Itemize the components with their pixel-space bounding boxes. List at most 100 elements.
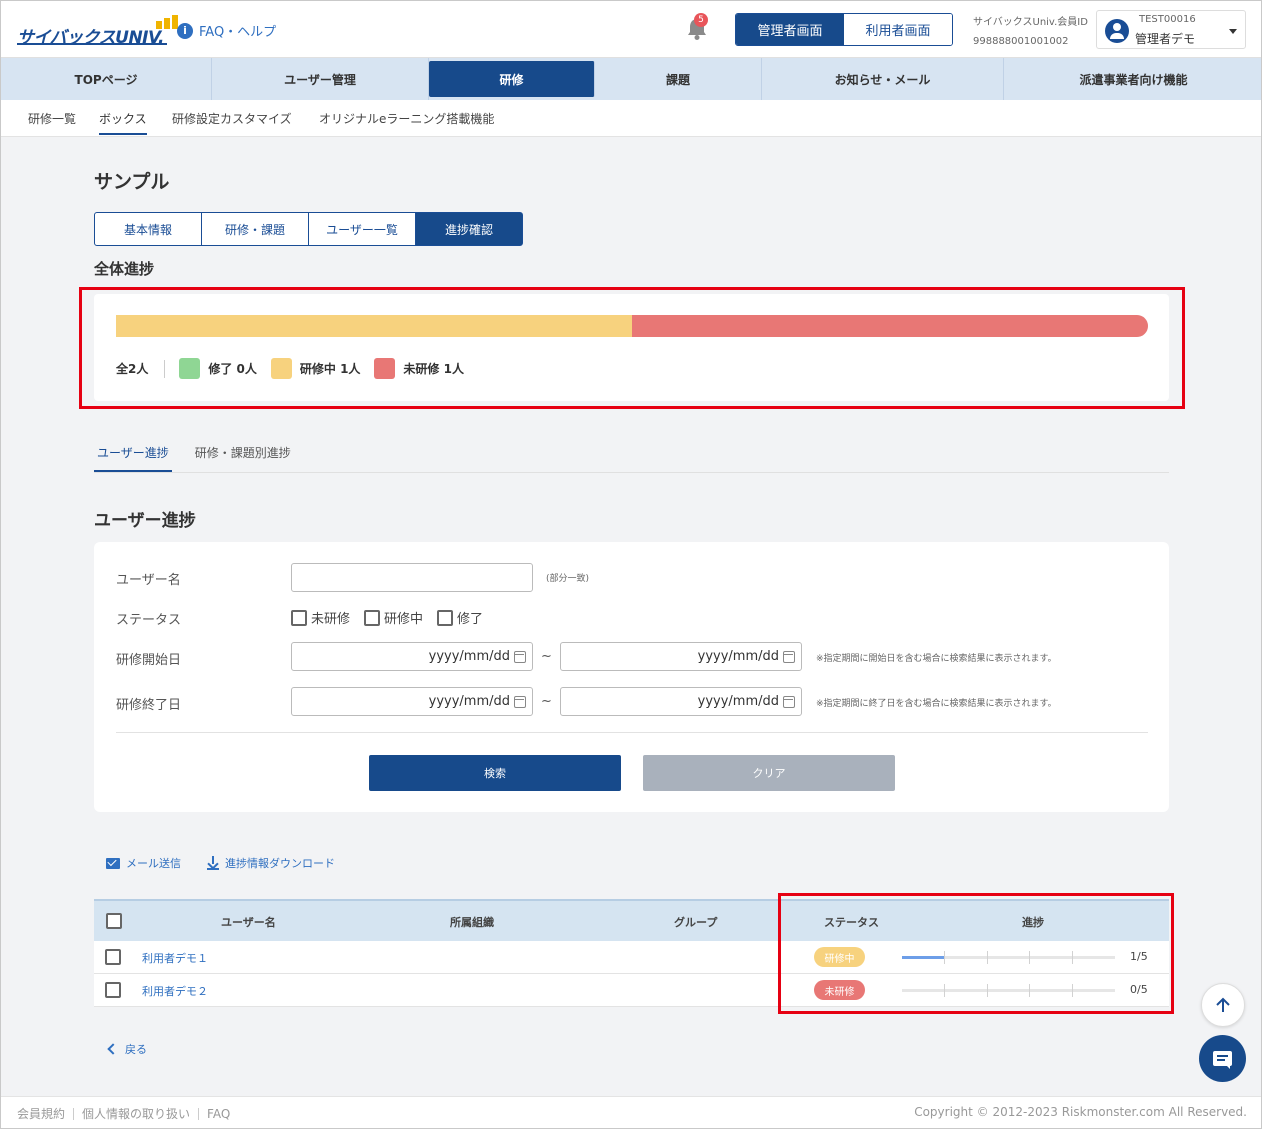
overall-progress-card: 全2人 修了 0人 研修中 1人 未研修 1人	[94, 294, 1169, 401]
legend-item-completed: 修了 0人	[179, 358, 257, 379]
faq-help-label: FAQ・ヘルプ	[199, 25, 277, 40]
legend-item-in-progress: 研修中 1人	[270, 358, 361, 379]
send-mail-label: メール送信	[126, 857, 181, 870]
nav-training[interactable]: 研修	[429, 61, 595, 97]
header-org: 所属組織	[450, 916, 494, 929]
user-mode-button[interactable]: 利用者画面	[844, 14, 952, 45]
header-username: ユーザー名	[221, 916, 276, 929]
progress-tick	[1029, 951, 1030, 964]
tab-training-assignments[interactable]: 研修・課題	[201, 212, 309, 246]
search-button[interactable]: 検索	[369, 755, 621, 791]
progress-tick	[1072, 984, 1073, 997]
start-date-label: 研修開始日	[116, 653, 182, 668]
row-progress-fill	[902, 956, 945, 959]
admin-mode-button[interactable]: 管理者画面	[736, 14, 844, 45]
status-option-not-started[interactable]: 未研修	[291, 608, 350, 627]
user-menu[interactable]: TEST00016 管理者デモ	[1096, 10, 1246, 49]
logo[interactable]: サイバックスUNIV.	[17, 15, 178, 48]
select-all-checkbox[interactable]	[106, 913, 122, 929]
faq-help-link[interactable]: i FAQ・ヘルプ	[177, 21, 276, 40]
nav-assignments[interactable]: 課題	[595, 58, 762, 100]
status-label: ステータス	[116, 613, 182, 628]
start-date-hint: ※指定期間に開始日を含む場合に検索結果に表示されます。	[816, 654, 1057, 664]
member-id-value: 998888001001002	[973, 36, 1069, 47]
copyright: Copyright © 2012-2023 Riskmonster.com Al…	[914, 1105, 1247, 1119]
mode-switch: 管理者画面 利用者画面	[735, 13, 953, 46]
scroll-top-button[interactable]	[1201, 983, 1245, 1027]
user-progress-title: ユーザー進捗	[94, 511, 196, 531]
progress-segment	[116, 315, 632, 337]
legend-swatch-in-progress	[270, 358, 292, 379]
legend-label-in-progress: 研修中 1人	[299, 362, 361, 376]
progress-subtabs: ユーザー進捗 研修・課題別進捗	[94, 444, 294, 472]
nav-user-management[interactable]: ユーザー管理	[212, 58, 429, 100]
user-name-link[interactable]: 利用者デモ１	[142, 950, 208, 966]
progress-ratio: 0/5	[1130, 983, 1148, 996]
calendar-icon[interactable]	[514, 695, 526, 708]
clear-button[interactable]: クリア	[643, 755, 895, 791]
nav-news-mail[interactable]: お知らせ・メール	[762, 58, 1004, 100]
date-placeholder: yyyy/mm/dd	[697, 649, 779, 664]
status-option-label: 研修中	[384, 612, 424, 627]
user-name: 管理者デモ	[1135, 32, 1196, 46]
date-placeholder: yyyy/mm/dd	[428, 649, 510, 664]
legend-divider	[164, 359, 166, 378]
username-hint: (部分一致)	[546, 574, 590, 584]
username-input[interactable]	[291, 563, 533, 592]
tab-progress[interactable]: 進捗確認	[415, 212, 523, 246]
footer-link-faq[interactable]: FAQ	[207, 1107, 230, 1121]
progress-tick	[987, 984, 988, 997]
subtab-user-progress[interactable]: ユーザー進捗	[94, 444, 172, 472]
end-date-to-input[interactable]: yyyy/mm/dd	[560, 687, 802, 716]
username-label: ユーザー名	[116, 573, 181, 588]
progress-tick	[1072, 951, 1073, 964]
chat-button[interactable]	[1199, 1035, 1246, 1082]
calendar-icon[interactable]	[783, 695, 795, 708]
download-icon	[207, 856, 219, 870]
subnav-customize[interactable]: 研修設定カスタマイズ	[172, 110, 292, 127]
search-divider	[116, 732, 1148, 733]
footer: 会員規約 個人情報の取り扱い FAQ Copyright © 2012-2023…	[1, 1096, 1261, 1128]
send-mail-link[interactable]: メール送信	[106, 855, 181, 871]
end-date-label: 研修終了日	[116, 698, 182, 713]
download-progress-link[interactable]: 進捗情報ダウンロード	[207, 855, 335, 871]
row-checkbox[interactable]	[105, 949, 121, 965]
user-avatar-icon	[1105, 19, 1129, 43]
footer-link-privacy[interactable]: 個人情報の取り扱い	[82, 1105, 190, 1122]
progress-tick	[944, 951, 945, 964]
logo-underline	[17, 43, 167, 45]
legend-item-not-started: 未研修 1人	[374, 358, 464, 379]
status-checkboxes: 未研修 研修中 修了	[291, 608, 483, 627]
start-date-from-input[interactable]: yyyy/mm/dd	[291, 642, 533, 671]
calendar-icon[interactable]	[783, 650, 795, 663]
subtab-training-progress[interactable]: 研修・課題別進捗	[192, 444, 294, 472]
footer-separator	[198, 1107, 200, 1120]
subnav-box[interactable]: ボックス	[99, 110, 147, 135]
tab-user-list[interactable]: ユーザー一覧	[308, 212, 416, 246]
status-option-in-progress[interactable]: 研修中	[364, 608, 423, 627]
legend-total: 全2人	[116, 362, 149, 376]
calendar-icon[interactable]	[514, 650, 526, 663]
status-badge: 未研修	[814, 980, 865, 1000]
start-date-to-input[interactable]: yyyy/mm/dd	[560, 642, 802, 671]
subnav-training-list[interactable]: 研修一覧	[28, 110, 76, 127]
status-option-completed[interactable]: 修了	[437, 608, 483, 627]
nav-dispatch[interactable]: 派遣事業者向け機能	[1004, 58, 1261, 100]
end-date-hint: ※指定期間に終了日を含む場合に検索結果に表示されます。	[816, 699, 1057, 709]
status-option-label: 修了	[457, 612, 484, 627]
end-date-from-input[interactable]: yyyy/mm/dd	[291, 687, 533, 716]
user-name-link[interactable]: 利用者デモ２	[142, 983, 208, 999]
nav-top[interactable]: TOPページ	[1, 58, 212, 100]
subnav-original-elearning[interactable]: オリジナルeラーニング搭載機能	[319, 110, 494, 127]
date-placeholder: yyyy/mm/dd	[428, 694, 510, 709]
checkbox[interactable]	[364, 609, 381, 626]
footer-link-terms[interactable]: 会員規約	[17, 1105, 65, 1122]
user-progress-table: ユーザー名 所属組織 グループ ステータス 進捗 利用者デモ１ 研修中 1/5 …	[94, 899, 1169, 1007]
checkbox[interactable]	[291, 609, 307, 626]
checkbox[interactable]	[437, 609, 454, 626]
back-link[interactable]: 戻る	[107, 1041, 147, 1057]
status-option-label: 未研修	[311, 612, 351, 627]
row-checkbox[interactable]	[105, 982, 121, 998]
header-status: ステータス	[824, 916, 879, 929]
tab-basic-info[interactable]: 基本情報	[94, 212, 202, 246]
